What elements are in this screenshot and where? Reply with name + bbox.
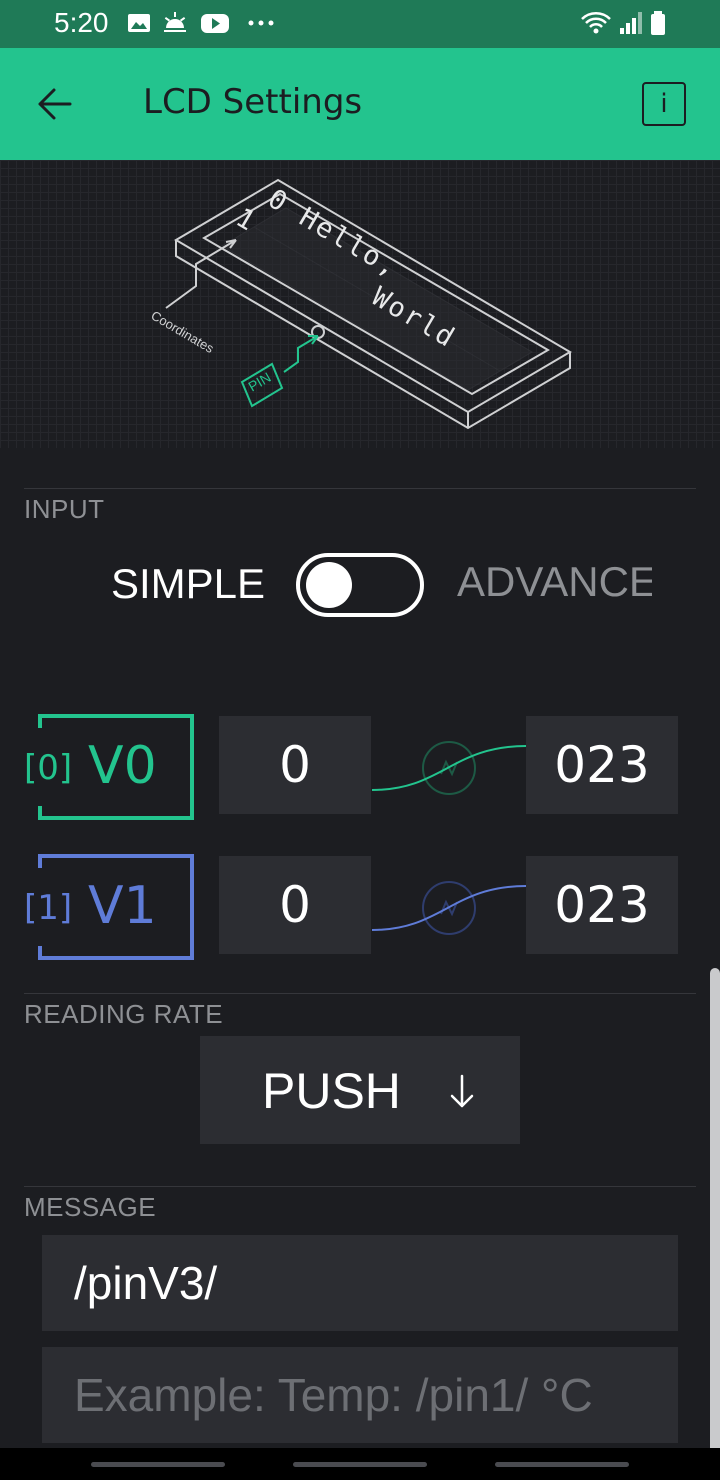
info-button[interactable]: i <box>642 82 686 126</box>
pin-max-field-v1[interactable]: 023 <box>526 856 678 954</box>
pin-min-field-v1[interactable]: 0 <box>219 856 371 954</box>
mapping-curve-v0 <box>372 741 526 795</box>
reading-rate-value: PUSH <box>262 1063 401 1119</box>
wifi-calling-icon <box>581 12 611 34</box>
system-nav-bar <box>0 1448 720 1480</box>
pin-name-v1: V1 <box>88 876 157 936</box>
youtube-icon <box>201 14 229 33</box>
scrollbar[interactable] <box>710 968 720 1480</box>
mode-simple-label[interactable]: SIMPLE <box>111 560 265 608</box>
more-dots-icon <box>248 20 274 26</box>
coordinates-label: Coordinates <box>148 308 216 357</box>
lcd-illustration-art: 0 Hello, 1 World Coordinates PIN <box>148 178 572 430</box>
divider <box>24 1186 696 1187</box>
pin-min-field-v0[interactable]: 0 <box>219 716 371 814</box>
divider <box>24 488 696 489</box>
arrow-left-icon <box>38 88 72 120</box>
message-value: /pinV3/ <box>74 1257 218 1309</box>
message-placeholder: Example: Temp: /pin1/ °C <box>74 1369 593 1421</box>
reading-rate-dropdown[interactable]: PUSH <box>200 1036 520 1144</box>
divider <box>24 993 696 994</box>
pin-min-value: 0 <box>279 736 311 794</box>
page-title: LCD Settings <box>143 82 363 122</box>
input-mode-toggle[interactable] <box>296 553 424 617</box>
image-icon <box>128 14 150 32</box>
back-button[interactable] <box>26 76 82 132</box>
lcd-illustration: 0 Hello, 1 World Coordinates PIN <box>0 160 720 448</box>
message-value-field[interactable]: /pinV3/ <box>42 1235 678 1331</box>
toggle-knob <box>306 562 352 608</box>
nav-back-indicator[interactable] <box>495 1462 629 1467</box>
pin-min-value: 0 <box>279 876 311 934</box>
pin-max-field-v0[interactable]: 023 <box>526 716 678 814</box>
pin-max-value: 023 <box>554 876 650 934</box>
input-section-label: INPUT <box>24 494 105 524</box>
status-bar: 5:20 <box>0 0 720 48</box>
pin-name-v0: V0 <box>88 736 157 796</box>
arrow-down-icon <box>450 1074 474 1108</box>
app-bar: LCD Settings i <box>0 48 720 160</box>
sunrise-icon <box>164 12 186 32</box>
message-template-input[interactable]: Example: Temp: /pin1/ °C <box>42 1347 678 1443</box>
nav-home-indicator[interactable] <box>293 1462 427 1467</box>
mode-advanced-label[interactable]: ADVANCED <box>457 558 652 614</box>
signal-icon <box>620 12 642 34</box>
status-time: 5:20 <box>54 7 109 38</box>
pin-label: PIN <box>245 369 273 395</box>
info-icon: i <box>660 89 668 119</box>
nav-recents-indicator[interactable] <box>91 1462 225 1467</box>
message-section-label: MESSAGE <box>24 1192 157 1222</box>
pin-max-value: 023 <box>554 736 650 794</box>
reading-rate-label: READING RATE <box>24 999 224 1029</box>
battery-icon <box>651 11 665 35</box>
mapping-curve-v1 <box>372 881 526 935</box>
